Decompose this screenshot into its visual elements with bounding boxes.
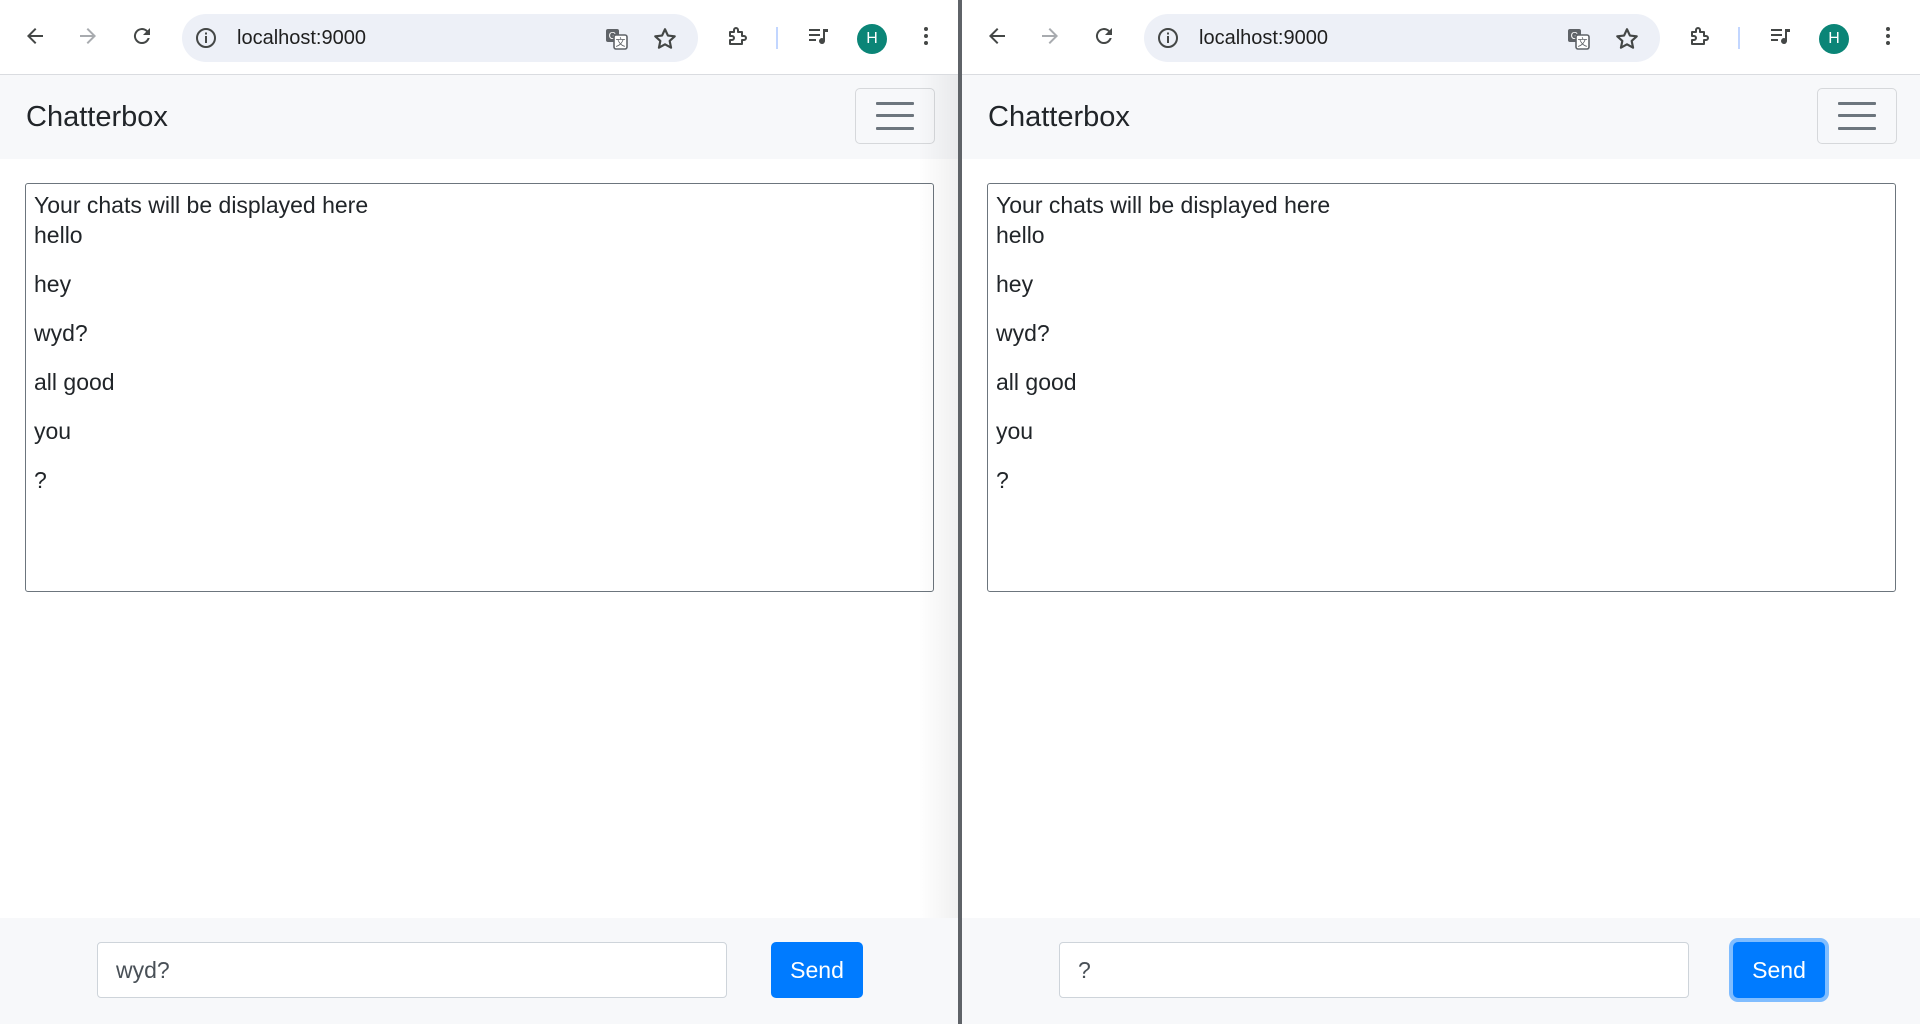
send-button[interactable]: Send [1733,942,1825,998]
kebab-menu-icon [914,24,938,53]
translate-icon[interactable]: G文 [1566,26,1592,52]
url-text: localhost:9000 [1199,27,1328,49]
reload-icon [1092,24,1116,53]
message-footer: ? Send [962,918,1920,1024]
kebab-menu-icon [1876,24,1900,53]
browser-menu-button[interactable] [908,20,944,56]
media-control-icon [806,24,830,53]
info-icon[interactable] [1156,26,1180,50]
chat-message: you [34,418,72,444]
send-button[interactable]: Send [771,942,863,998]
window-edge-shadow [918,75,958,1024]
chat-display: Your chats will be displayed here hello … [987,183,1896,592]
browser-window-left: localhost:9000 G文 H Chatterbox Your chat… [0,0,958,1024]
chat-message: hey [996,271,1034,297]
chat-message: all good [996,369,1077,395]
back-arrow-icon [985,24,1009,53]
forward-arrow-icon [76,24,100,53]
extensions-button[interactable] [720,20,756,56]
chat-message: hey [34,271,72,297]
translate-icon[interactable]: G文 [604,26,630,52]
browser-toolbar: localhost:9000 G文 H [0,0,958,75]
forward-button[interactable] [1032,20,1068,56]
app-navbar: Chatterbox [962,75,1920,159]
info-icon[interactable] [194,26,218,50]
address-bar[interactable]: localhost:9000 G文 [1144,14,1660,62]
browser-menu-button[interactable] [1870,20,1906,56]
chat-placeholder-text: Your chats will be displayed here [996,192,1331,218]
url-text: localhost:9000 [237,27,366,49]
star-icon[interactable] [652,26,678,52]
back-button[interactable] [979,20,1015,56]
chat-message: all good [34,369,115,395]
app-navbar: Chatterbox [0,75,958,159]
star-icon[interactable] [1614,26,1640,52]
address-bar[interactable]: localhost:9000 G文 [182,14,698,62]
chat-message: ? [996,467,1009,493]
brand-title[interactable]: Chatterbox [988,75,1130,159]
message-footer: wyd? Send [0,918,958,1024]
chat-message: wyd? [996,320,1050,346]
back-button[interactable] [17,20,53,56]
chat-message: you [996,418,1034,444]
media-control-button[interactable] [1762,20,1798,56]
navbar-toggle-button[interactable] [1817,88,1897,144]
chat-display: Your chats will be displayed here hello … [25,183,934,592]
profile-avatar[interactable]: H [857,24,887,54]
chat-placeholder-text: Your chats will be displayed here [34,192,369,218]
toolbar-divider [776,27,778,49]
reload-button[interactable] [1086,20,1122,56]
back-arrow-icon [23,24,47,53]
svg-text:文: 文 [1578,36,1588,49]
forward-arrow-icon [1038,24,1062,53]
media-control-icon [1768,24,1792,53]
profile-avatar[interactable]: H [1819,24,1849,54]
message-input[interactable]: wyd? [97,942,727,998]
chat-message: wyd? [34,320,88,346]
message-input[interactable]: ? [1059,942,1689,998]
chat-message: ? [34,467,47,493]
chat-message: hello [34,222,83,248]
puzzle-piece-icon [1688,24,1712,53]
reload-icon [130,24,154,53]
extensions-button[interactable] [1682,20,1718,56]
puzzle-piece-icon [726,24,750,53]
svg-text:文: 文 [616,36,626,49]
browser-toolbar: localhost:9000 G文 H [962,0,1920,75]
hamburger-icon [876,101,914,131]
browser-window-right: localhost:9000 G文 H Chatterbox Your chat… [962,0,1920,1024]
forward-button[interactable] [70,20,106,56]
brand-title[interactable]: Chatterbox [26,75,168,159]
media-control-button[interactable] [800,20,836,56]
hamburger-icon [1838,101,1876,131]
chat-message: hello [996,222,1045,248]
reload-button[interactable] [124,20,160,56]
toolbar-divider [1738,27,1740,49]
